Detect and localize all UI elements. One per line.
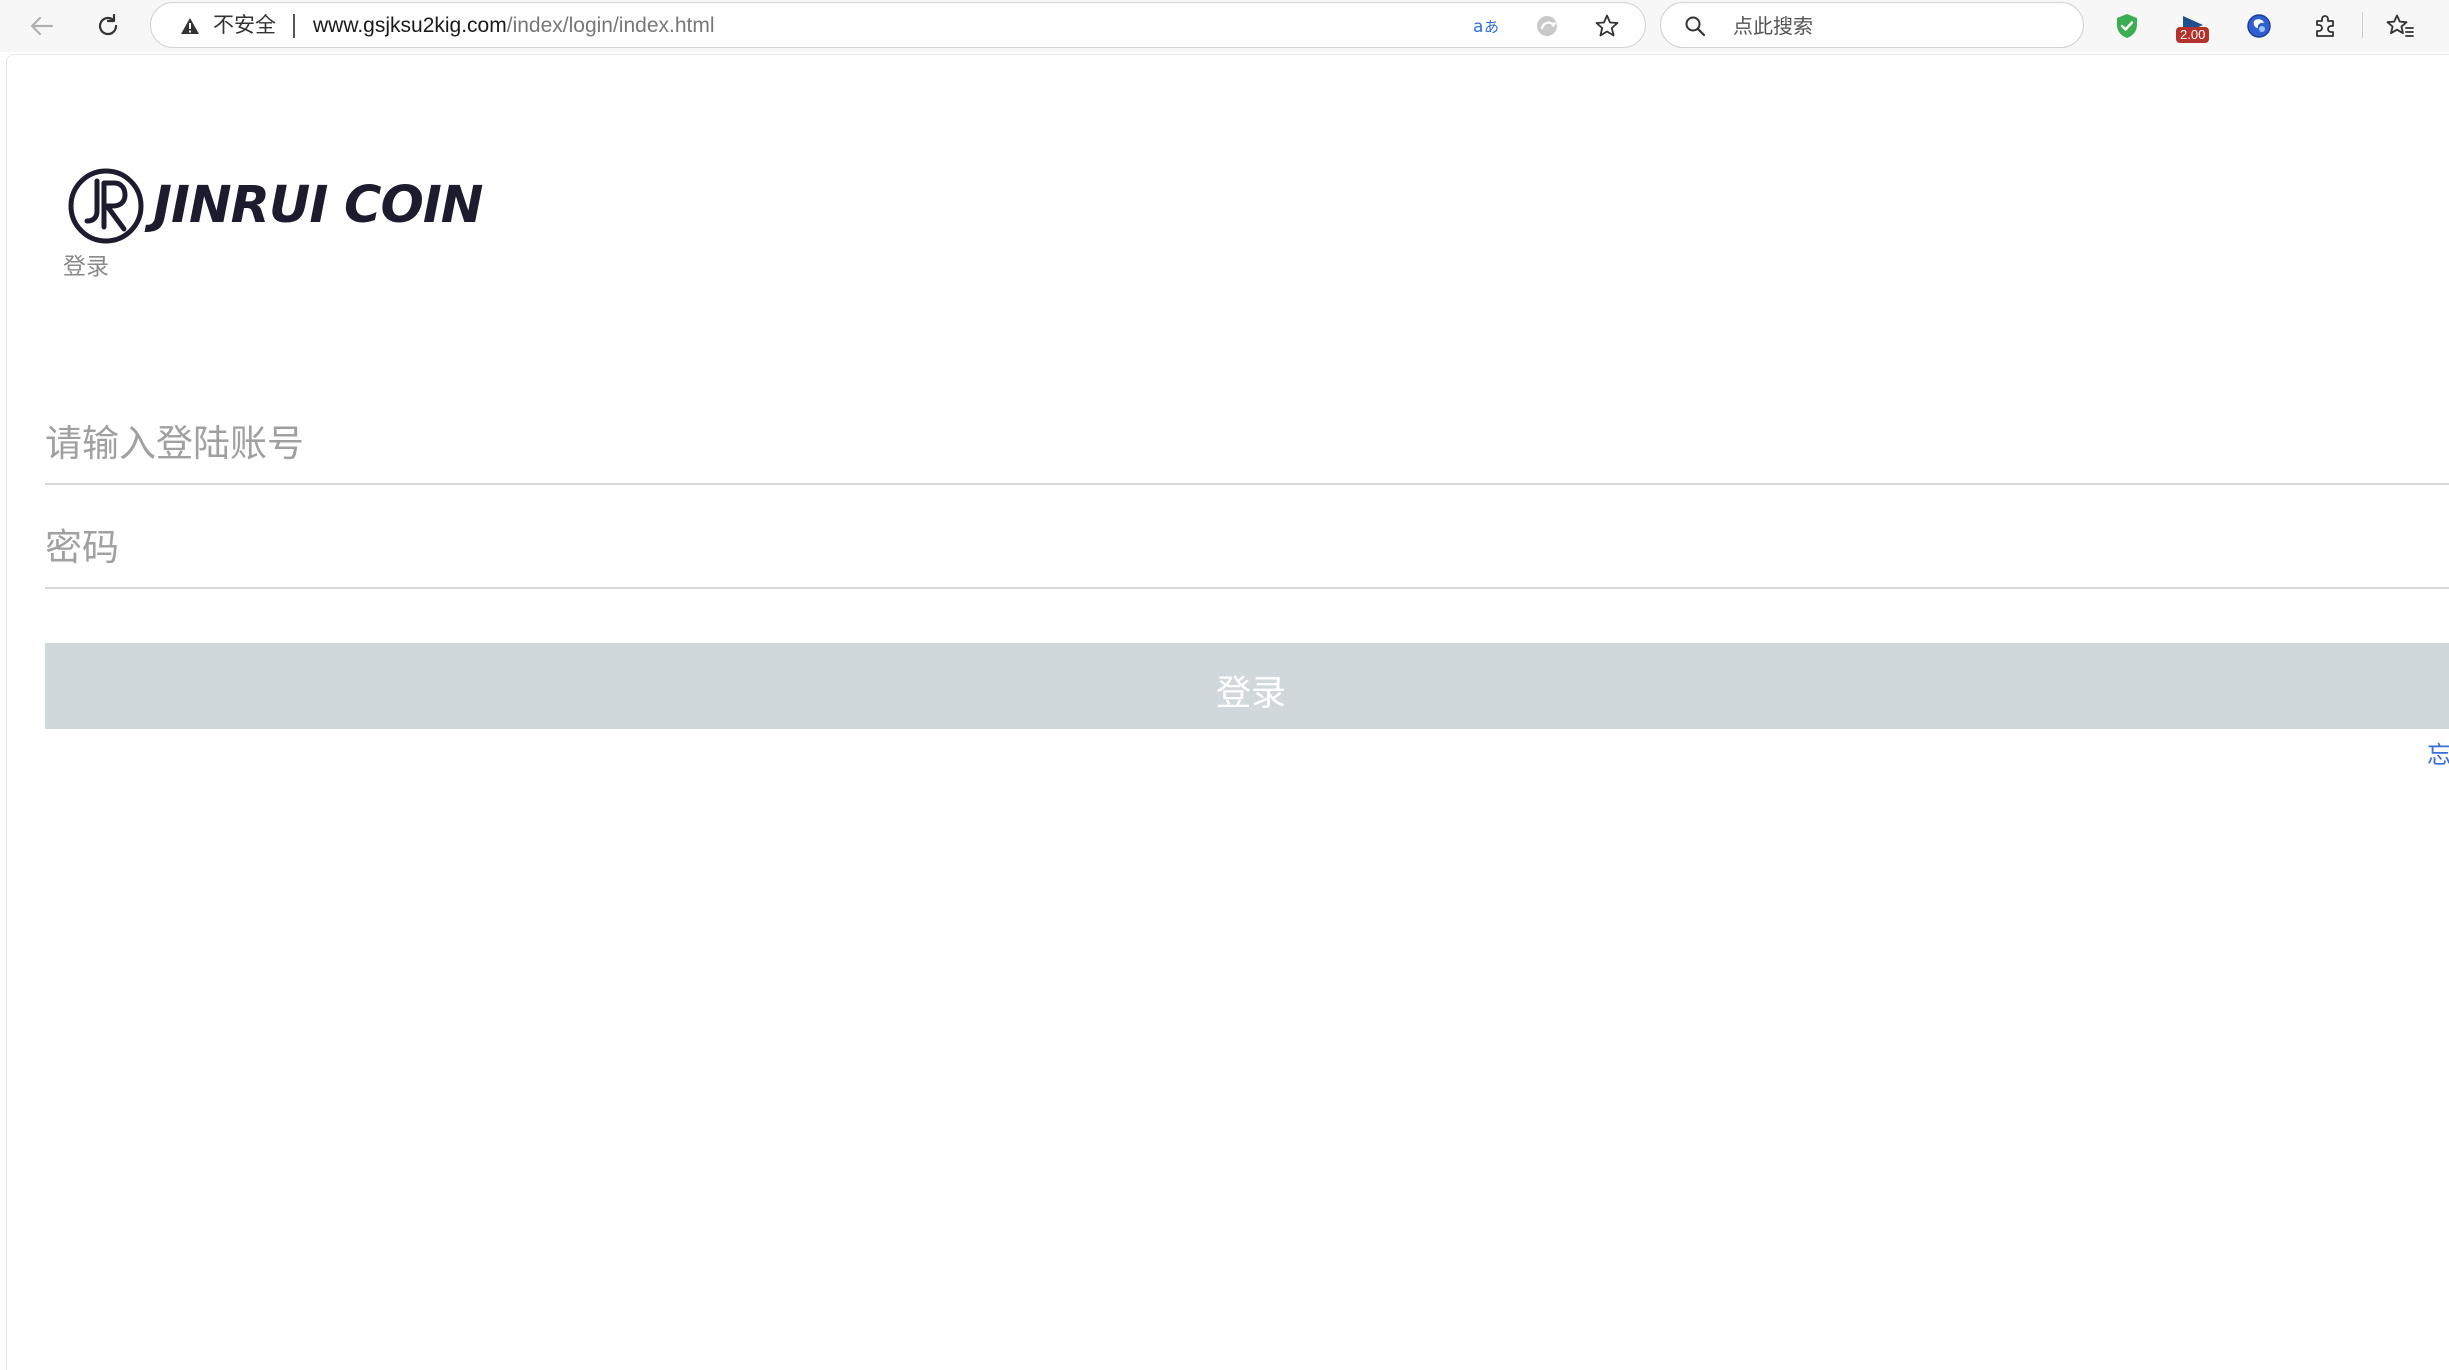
back-button[interactable] <box>22 6 62 46</box>
jr-logo-mark-icon <box>68 168 144 244</box>
address-bar[interactable]: 不安全 www.gsjksu2kig.com/index/login/index… <box>150 2 1646 48</box>
globe-icon <box>2247 14 2271 38</box>
warning-icon[interactable] <box>179 16 201 36</box>
extensions-button[interactable] <box>2305 6 2345 46</box>
add-favorite-button[interactable] <box>1593 12 1621 40</box>
globe-extension-button[interactable] <box>2239 6 2279 46</box>
security-extension-button[interactable] <box>2107 6 2147 46</box>
immersive-reader-button[interactable] <box>1533 12 1561 40</box>
login-button[interactable]: 登录 <box>45 643 2449 729</box>
svg-text:a: a <box>1473 17 1483 37</box>
shield-check-icon <box>2117 14 2137 38</box>
page-subtitle: 登录 <box>63 254 109 280</box>
address-divider <box>293 14 295 38</box>
search-icon <box>1685 16 1706 37</box>
browser-toolbar: 不安全 www.gsjksu2kig.com/index/login/index… <box>0 0 2449 52</box>
security-label[interactable]: 不安全 <box>213 13 276 39</box>
url-path: /index/login/index.html <box>506 14 715 37</box>
favorites-button[interactable] <box>2380 6 2420 46</box>
puzzle-icon <box>2316 15 2334 37</box>
forgot-password-link[interactable]: 忘 <box>2427 735 2449 770</box>
login-button-label: 登录 <box>1215 674 1287 714</box>
page-viewport: JINRUI COIN 登录 登录 忘 <box>6 54 2449 1370</box>
favorites-icon <box>2386 14 2414 37</box>
browser-search-box[interactable] <box>1660 2 2084 48</box>
url-host: www.gsjksu2kig.com <box>313 14 507 37</box>
immersive-reader-icon <box>1537 16 1557 36</box>
password-field <box>45 499 2449 589</box>
reload-icon <box>98 13 118 36</box>
star-icon <box>1595 14 1619 37</box>
brand-name: JINRUI COIN <box>153 176 483 235</box>
speed-badge: 2.00 <box>2176 27 2210 43</box>
account-field <box>45 395 2449 485</box>
browser-search-input[interactable] <box>1731 11 2061 41</box>
svg-text:あ: あ <box>1484 18 1499 36</box>
toolbar-divider <box>2362 12 2363 38</box>
translate-icon: a あ <box>1473 17 1499 37</box>
reload-button[interactable] <box>88 6 128 46</box>
translate-button[interactable]: a あ <box>1473 12 1501 40</box>
back-arrow-icon <box>30 16 54 36</box>
url-text[interactable]: www.gsjksu2kig.com/index/login/index.htm… <box>313 13 715 39</box>
account-input[interactable] <box>45 417 2449 469</box>
password-input[interactable] <box>45 521 2449 573</box>
